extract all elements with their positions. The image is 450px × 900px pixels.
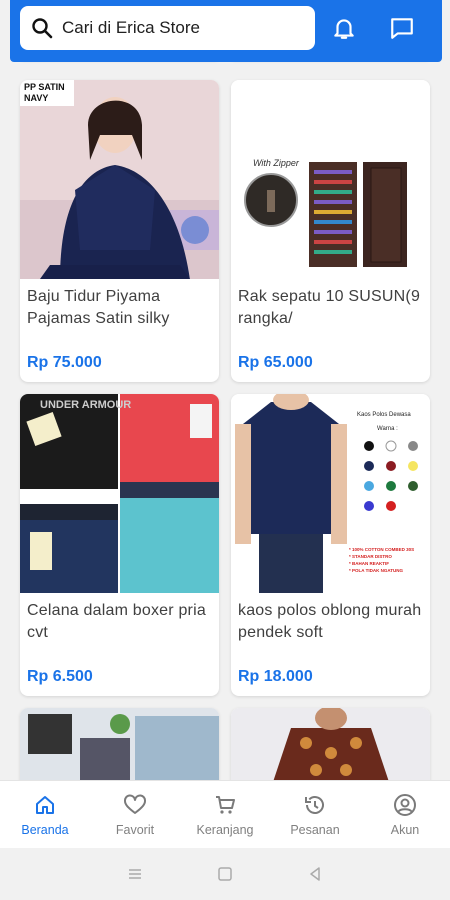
chat-icon bbox=[391, 18, 413, 39]
recent-apps-icon[interactable] bbox=[126, 865, 144, 883]
overlay-subtitle: Warna : bbox=[377, 426, 398, 432]
overlay-feature-line: * 100% COTTON COMBED 30S bbox=[349, 547, 415, 552]
product-image bbox=[20, 708, 219, 780]
overlay-feature-line: * POLA TIDAK NGATUNG bbox=[349, 568, 403, 573]
nav-label: Akun bbox=[390, 822, 420, 837]
product-price: Rp 18.000 bbox=[238, 668, 313, 685]
product-card[interactable]: PP SATIN NAVY Baju Tidur Piyama Pajamas … bbox=[20, 80, 219, 382]
home-square-icon[interactable] bbox=[216, 865, 234, 883]
back-icon[interactable] bbox=[306, 865, 324, 883]
overlay-title: Kaos Polos Dewasa bbox=[357, 412, 411, 418]
account-icon bbox=[394, 793, 416, 816]
zipper-caption: With Zipper bbox=[253, 158, 299, 168]
product-title: Baju Tidur Piyama Pajamas Satin silky bbox=[27, 288, 170, 327]
nav-item-keranjang[interactable]: Keranjang bbox=[180, 781, 270, 848]
product-image: With Zipper bbox=[231, 80, 430, 279]
product-title: Rak sepatu 10 SUSUN(9 rangka/ bbox=[238, 288, 421, 327]
cart-icon bbox=[216, 795, 235, 814]
search-placeholder: Cari di Erica Store bbox=[62, 18, 200, 37]
product-price: Rp 65.000 bbox=[238, 354, 313, 371]
nav-item-pesanan[interactable]: Pesanan bbox=[270, 781, 360, 848]
overlay-feature-line: * BAHAN REAKTIF bbox=[349, 561, 389, 566]
history-icon bbox=[305, 795, 324, 814]
nav-label: Pesanan bbox=[290, 822, 340, 837]
product-title: Celana dalam boxer pria cvt bbox=[27, 602, 206, 641]
nav-label: Favorit bbox=[115, 822, 155, 837]
product-title: kaos polos oblong murah pendek soft bbox=[238, 602, 422, 641]
home-icon bbox=[36, 795, 54, 814]
overlay-feature-line: * STANDAR DISTRO bbox=[349, 554, 392, 559]
nav-item-beranda[interactable]: Beranda bbox=[0, 781, 90, 848]
system-nav-bar bbox=[0, 848, 450, 900]
chat-button[interactable] bbox=[386, 12, 418, 44]
heart-icon bbox=[124, 793, 146, 814]
overlay-features: * 100% COTTON COMBED 30S * STANDAR DISTR… bbox=[349, 546, 414, 574]
nav-label: Keranjang bbox=[196, 822, 254, 837]
bottom-navigation: Beranda Favorit Keranjang Pesanan Akun bbox=[0, 780, 450, 848]
product-image: PP SATIN NAVY bbox=[20, 80, 219, 279]
product-card[interactable] bbox=[20, 708, 219, 780]
product-card[interactable]: UNDER ARMOUR Celana dalam boxer pria cvt… bbox=[20, 394, 219, 696]
search-input[interactable]: Cari di Erica Store bbox=[20, 6, 315, 50]
brand-text: UNDER ARMOUR bbox=[40, 399, 132, 411]
search-icon bbox=[32, 18, 53, 39]
top-bar: Cari di Erica Store bbox=[0, 0, 450, 62]
nav-item-favorit[interactable]: Favorit bbox=[90, 781, 180, 848]
nav-item-akun[interactable]: Akun bbox=[360, 781, 450, 848]
bell-icon bbox=[334, 19, 354, 39]
product-card[interactable] bbox=[231, 708, 430, 780]
nav-label: Beranda bbox=[21, 822, 69, 837]
product-image: UNDER ARMOUR bbox=[20, 394, 219, 593]
product-card[interactable]: With Zipper Rak sepatu 10 SUSUN(9 rangka… bbox=[231, 80, 430, 382]
product-card[interactable]: Kaos Polos Dewasa Warna : * 100% COTTON … bbox=[231, 394, 430, 696]
product-image: Kaos Polos Dewasa Warna : * 100% COTTON … bbox=[231, 394, 430, 593]
product-grid[interactable]: PP SATIN NAVY Baju Tidur Piyama Pajamas … bbox=[0, 62, 450, 780]
product-image bbox=[231, 708, 430, 780]
product-price: Rp 6.500 bbox=[27, 668, 93, 685]
notification-button[interactable] bbox=[328, 12, 360, 44]
product-price: Rp 75.000 bbox=[27, 354, 102, 371]
product-badge: PP SATIN NAVY bbox=[20, 80, 74, 106]
